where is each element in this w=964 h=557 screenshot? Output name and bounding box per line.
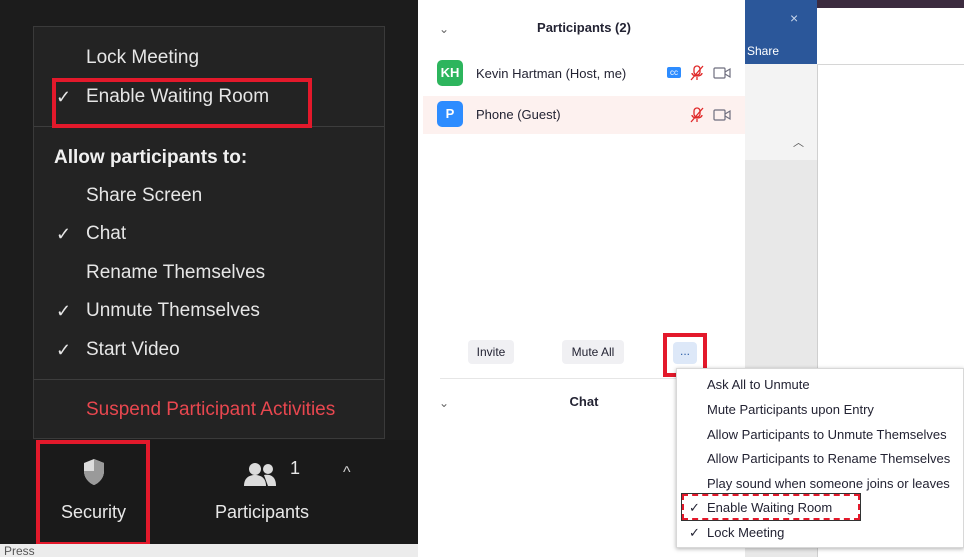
menu-item-play-sound[interactable]: Play sound when someone joins or leaves — [707, 476, 950, 491]
participant-name: Phone (Guest) — [476, 107, 561, 122]
mic-muted-icon — [690, 65, 704, 81]
mute-all-button[interactable]: Mute All — [562, 340, 624, 364]
meeting-toolbar: Security 1 Participants ^ Press — [0, 440, 418, 557]
mic-muted-icon — [690, 107, 704, 123]
ribbon-panel: ︿ — [745, 64, 818, 160]
caret-up-icon[interactable]: ^ — [343, 464, 351, 482]
menu-item-enable-waiting-room[interactable]: Enable Waiting Room — [707, 500, 832, 515]
menu-item-ask-all-to-unmute[interactable]: Ask All to Unmute — [707, 377, 810, 392]
menu-item-unmute-themselves[interactable]: Unmute Themselves — [86, 300, 260, 322]
participant-name: Kevin Hartman (Host, me) — [476, 66, 627, 81]
participants-icon — [244, 463, 276, 486]
allow-participants-header: Allow participants to: — [54, 147, 248, 168]
menu-item-suspend-participant-activities[interactable]: Suspend Participant Activities — [86, 399, 335, 421]
title-strip — [817, 0, 964, 8]
bottom-text: Press — [4, 544, 35, 557]
participant-row[interactable]: KH Kevin Hartman (Host, me) cc — [423, 55, 745, 93]
check-icon: ✓ — [56, 340, 72, 360]
participants-label: Participants — [215, 502, 310, 522]
menu-item-mute-upon-entry[interactable]: Mute Participants upon Entry — [707, 402, 874, 417]
close-icon[interactable]: × — [790, 10, 798, 26]
ribbon-blue: × Share — [745, 0, 817, 64]
menu-divider — [34, 379, 384, 380]
menu-item-lock-meeting[interactable]: Lock Meeting — [86, 47, 199, 69]
chevron-up-icon[interactable]: ︿ — [793, 134, 804, 150]
menu-item-rename-themselves[interactable]: Rename Themselves — [86, 262, 265, 284]
highlight-box — [36, 440, 150, 546]
video-off-icon — [713, 109, 731, 121]
participants-count: 1 — [290, 458, 301, 478]
check-icon: ✓ — [56, 224, 72, 244]
meeting-window-dark: Lock Meeting ✓ Enable Waiting Room Allow… — [0, 0, 418, 557]
participants-title: Participants (2) — [537, 20, 631, 35]
menu-item-share-screen[interactable]: Share Screen — [86, 185, 202, 207]
menu-item-lock-meeting[interactable]: Lock Meeting — [707, 525, 784, 540]
avatar: KH — [437, 60, 463, 86]
menu-item-start-video[interactable]: Start Video — [86, 339, 180, 361]
invite-button[interactable]: Invite — [468, 340, 514, 364]
participants-button[interactable]: 1 Participants — [210, 440, 320, 544]
participant-row[interactable]: P Phone (Guest) — [423, 96, 745, 134]
video-off-icon — [713, 67, 731, 79]
check-icon: ✓ — [56, 301, 72, 321]
bottom-strip: Press — [0, 544, 418, 557]
avatar: P — [437, 101, 463, 127]
more-options-menu: Ask All to Unmute Mute Participants upon… — [676, 368, 964, 548]
menu-item-allow-rename[interactable]: Allow Participants to Rename Themselves — [707, 451, 950, 466]
share-button[interactable]: Share — [747, 44, 779, 58]
check-icon: ✓ — [689, 500, 700, 515]
divider — [817, 64, 964, 65]
check-icon: ✓ — [689, 525, 700, 540]
highlight-box — [52, 78, 312, 128]
menu-item-chat[interactable]: Chat — [86, 223, 126, 245]
cc-icon: cc — [667, 67, 681, 78]
menu-item-allow-unmute[interactable]: Allow Participants to Unmute Themselves — [707, 427, 947, 442]
